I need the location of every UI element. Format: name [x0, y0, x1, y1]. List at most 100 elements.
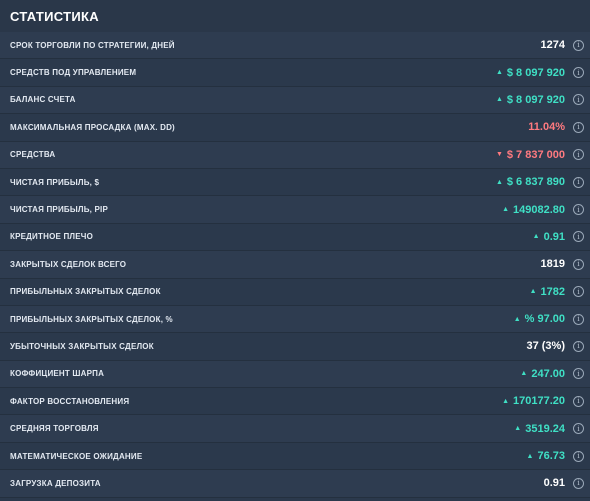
stat-row: ЧИСТАЯ ПРИБЫЛЬ, $ ▲ $ 6 837 890 i	[0, 168, 590, 197]
stat-value: 0.91	[544, 477, 565, 489]
trend-up-icon: ▲	[495, 178, 503, 186]
info-icon[interactable]: i	[573, 121, 584, 133]
info-icon[interactable]: i	[573, 450, 584, 462]
trend-up-icon: ▲	[502, 397, 509, 405]
info-icon[interactable]: i	[573, 39, 584, 51]
stat-value-text: 76.73	[537, 450, 565, 463]
info-icon[interactable]: i	[573, 67, 584, 79]
info-icon[interactable]: i	[573, 395, 584, 407]
stat-row: КОФФИЦИЕНТ ШАРПА ▲ 247.00 i	[0, 360, 590, 389]
stat-label: КРЕДИТНОЕ ПЛЕЧО	[10, 232, 93, 242]
stat-row: СРОК ТОРГОВЛИ ПО СТРАТЕГИИ, ДНЕЙ 1274 i	[0, 32, 590, 60]
stat-value-text: 1819	[540, 258, 565, 271]
statistics-list: СРОК ТОРГОВЛИ ПО СТРАТЕГИИ, ДНЕЙ 1274 i СРЕ…	[0, 32, 590, 501]
stat-row: МАКСИМАЛЬНАЯ ПРОСАДКА (MAX. DD) 11.04% i	[0, 114, 590, 142]
stat-label: СРЕДНЯЯ ТОРГОВЛЯ	[10, 424, 99, 434]
stat-label: ФАКТОР ВОССТАНОВЛЕНИЯ	[10, 396, 130, 406]
info-icon[interactable]: i	[573, 176, 584, 188]
stat-value-text: $ 8 097 920	[506, 66, 565, 79]
stat-row: ЗАГРУЗКА ДЕПОЗИТА 0.91 i	[0, 470, 590, 498]
stat-value: ▲ $ 8 097 920	[496, 67, 565, 79]
stat-value: 37 (3%)	[526, 340, 565, 352]
stat-value-text: 3519.24	[525, 422, 565, 435]
stat-value: ▲ 247.00	[520, 368, 565, 380]
stat-row: ЗАКРЫТЫХ СДЕЛОК ВСЕГО 1819 i	[0, 251, 590, 279]
stat-row: ФАКТОР ВОССТАНОВЛЕНИЯ ▲ 170177.20 i	[0, 388, 590, 416]
trend-up-icon: ▲	[502, 206, 509, 214]
stat-label: МАКСИМАЛЬНАЯ ПРОСАДКА (MAX. DD)	[10, 122, 175, 132]
stat-label: ЗАКРЫТЫХ СДЕЛОК ВСЕГО	[10, 259, 127, 269]
stat-value: 11.04%	[528, 121, 565, 133]
stat-label: ЧИСТАЯ ПРИБЫЛЬ, $	[10, 177, 100, 187]
stat-value: 1819	[541, 258, 565, 270]
stat-value-text: $ 8 097 920	[506, 93, 565, 106]
trend-up-icon: ▲	[532, 233, 540, 241]
stat-value-text: 37 (3%)	[526, 340, 565, 353]
trend-up-icon: ▲	[526, 452, 534, 460]
info-icon[interactable]: i	[573, 368, 584, 380]
trend-down-icon: ▼	[495, 151, 503, 159]
stat-row: БАЛАНС СЧЕТА ▲ $ 8 097 920 i	[0, 86, 590, 115]
trend-up-icon: ▲	[514, 425, 522, 433]
stat-value: ▲ $ 6 837 890	[496, 176, 565, 188]
trend-up-icon: ▲	[513, 315, 521, 323]
stat-label: СРЕДСТВА	[10, 150, 56, 160]
stat-value: ▲ $ 8 097 920	[496, 94, 565, 106]
trend-up-icon: ▲	[495, 69, 503, 77]
stat-value-text: % 97.00	[524, 313, 565, 326]
trend-up-icon: ▲	[529, 288, 537, 296]
stat-label: СРЕДСТВ ПОД УПРАВЛЕНИЕМ	[10, 68, 137, 78]
stat-value-text: 247.00	[531, 367, 565, 380]
stat-label: КОФФИЦИЕНТ ШАРПА	[10, 369, 105, 379]
stat-value: 1274	[541, 39, 565, 51]
info-icon[interactable]: i	[573, 477, 584, 489]
stat-row: СРЕДСТВ ПОД УПРАВЛЕНИЕМ ▲ $ 8 097 920 i	[0, 59, 590, 87]
info-icon[interactable]: i	[573, 231, 584, 243]
stat-value-text: $ 7 837 000	[506, 148, 565, 161]
stat-value: ▲ 76.73	[527, 450, 565, 462]
panel-header: СТАТИСТИКА	[0, 0, 590, 34]
stat-value-text: 1782	[540, 285, 565, 298]
stat-row: ПРИБЫЛЬНЫХ ЗАКРЫТЫХ СДЕЛОК, % ▲% 97.00 i	[0, 305, 590, 334]
info-icon[interactable]: i	[573, 258, 584, 270]
stat-row: СРЕДНИЙ ДОХОД НА СДЕЛКУ, $▲3902.10i	[0, 497, 590, 501]
info-icon[interactable]: i	[573, 149, 584, 161]
stat-row: УБЫТОЧНЫХ ЗАКРЫТЫХ СДЕЛОК 37 (3%) i	[0, 333, 590, 361]
stat-value: ▼ $ 7 837 000	[496, 149, 565, 161]
stat-row: КРЕДИТНОЕ ПЛЕЧО ▲ 0.91 i	[0, 223, 590, 252]
stat-row: СРЕДНЯЯ ТОРГОВЛЯ ▲ 3519.24 i	[0, 415, 590, 443]
stat-value: ▲% 97.00	[514, 313, 565, 325]
stat-label: ПРИБЫЛЬНЫХ ЗАКРЫТЫХ СДЕЛОК, %	[10, 314, 173, 324]
trend-up-icon: ▲	[520, 370, 528, 378]
info-icon[interactable]: i	[573, 286, 584, 298]
stat-label: ЗАГРУЗКА ДЕПОЗИТА	[10, 478, 101, 488]
stat-value-text: 0.91	[543, 230, 565, 243]
stat-row: ЧИСТАЯ ПРИБЫЛЬ, PIP ▲ 149082.80 i	[0, 196, 590, 224]
stat-value-text: 11.04%	[528, 121, 565, 134]
stat-value-text: 0.91	[543, 477, 565, 490]
trend-up-icon: ▲	[495, 96, 503, 104]
stat-label: БАЛАНС СЧЕТА	[10, 95, 76, 105]
stat-label: ЧИСТАЯ ПРИБЫЛЬ, PIP	[10, 205, 109, 215]
info-icon[interactable]: i	[573, 340, 584, 352]
info-icon[interactable]: i	[573, 423, 584, 435]
statistics-panel: СТАТИСТИКА СРОК ТОРГОВЛИ ПО СТРАТЕГИИ, Д…	[0, 0, 590, 501]
stat-value-text: 170177.20	[513, 395, 565, 408]
stat-row: СРЕДСТВА ▼ $ 7 837 000 i	[0, 141, 590, 169]
info-icon[interactable]: i	[573, 94, 584, 106]
info-icon[interactable]: i	[573, 204, 584, 216]
stat-value: ▲ 1782	[530, 286, 565, 298]
stat-label: ПРИБЫЛЬНЫХ ЗАКРЫТЫХ СДЕЛОК	[10, 287, 161, 297]
stat-value: ▲ 170177.20	[502, 395, 565, 407]
stat-value: ▲ 0.91	[533, 231, 565, 243]
stat-row: ПРИБЫЛЬНЫХ ЗАКРЫТЫХ СДЕЛОК ▲ 1782 i	[0, 278, 590, 306]
stat-label: МАТЕМАТИЧЕСКОЕ ОЖИДАНИЕ	[10, 451, 143, 461]
stat-label: СРОК ТОРГОВЛИ ПО СТРАТЕГИИ, ДНЕЙ	[10, 40, 175, 50]
stat-value-text: 1274	[540, 39, 565, 52]
stat-label: УБЫТОЧНЫХ ЗАКРЫТЫХ СДЕЛОК	[10, 341, 154, 351]
info-icon[interactable]: i	[573, 313, 584, 325]
stat-value-text: $ 6 837 890	[506, 176, 565, 189]
stat-value: ▲ 3519.24	[514, 423, 565, 435]
panel-title: СТАТИСТИКА	[10, 9, 99, 24]
stat-row: МАТЕМАТИЧЕСКОЕ ОЖИДАНИЕ ▲ 76.73 i	[0, 442, 590, 471]
